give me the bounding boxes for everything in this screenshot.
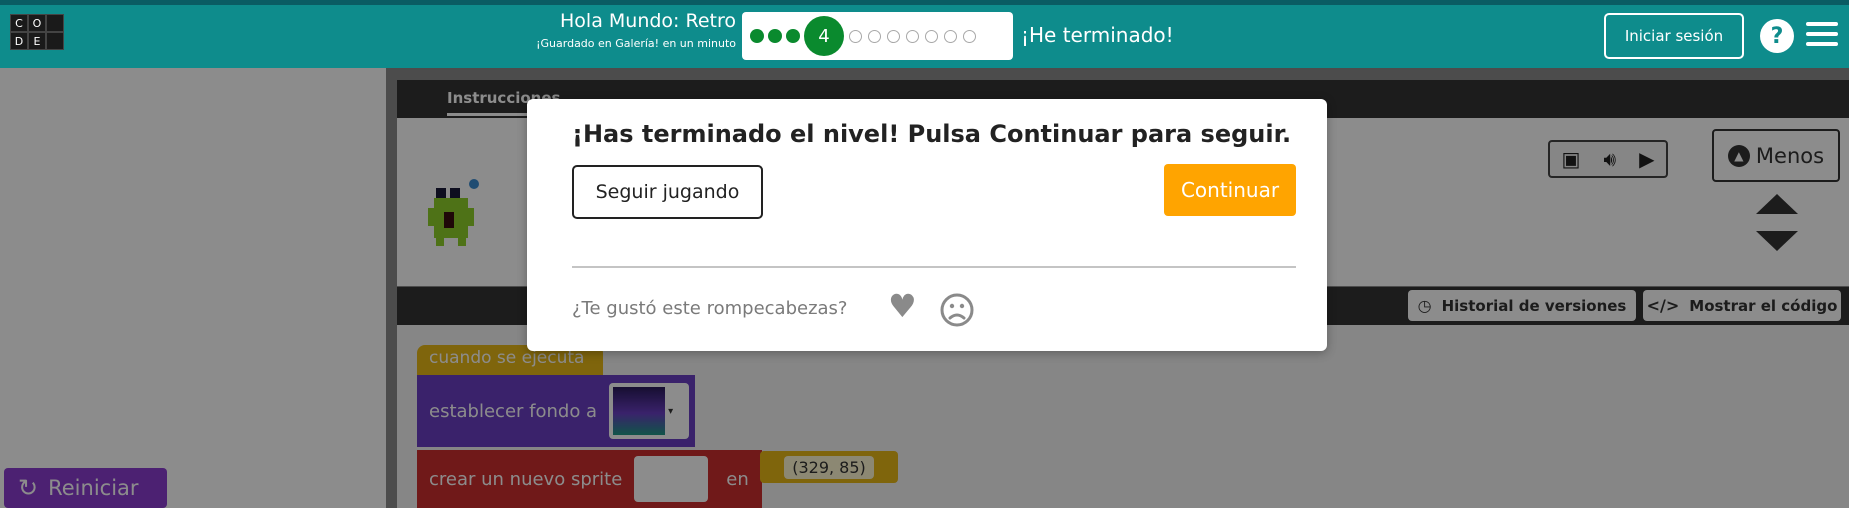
progress-dot-pending[interactable] xyxy=(906,29,919,43)
feedback-question: ¿Te gustó este rompecabezas? xyxy=(572,298,848,319)
logo-letter: E xyxy=(28,32,46,50)
continue-button[interactable]: Continuar xyxy=(1164,164,1296,216)
progress-dot-completed[interactable] xyxy=(768,29,782,43)
level-progress: 4 xyxy=(742,12,1013,60)
progress-dot-pending[interactable] xyxy=(887,29,900,43)
hamburger-icon[interactable] xyxy=(1806,22,1838,50)
help-icon[interactable]: ? xyxy=(1760,19,1794,53)
dialog-title: ¡Has terminado el nivel! Pulsa Continuar… xyxy=(572,120,1292,148)
code-org-logo[interactable]: C O D E xyxy=(10,14,64,68)
level-complete-dialog: ¡Has terminado el nivel! Pulsa Continuar… xyxy=(527,99,1327,351)
logo-letter: O xyxy=(28,14,46,32)
logo-letter: C xyxy=(10,14,28,32)
frown-icon[interactable] xyxy=(940,293,974,327)
logo-letter xyxy=(46,32,64,50)
progress-dot-current[interactable]: 4 xyxy=(804,16,844,56)
divider xyxy=(572,266,1296,268)
finished-link[interactable]: ¡He terminado! xyxy=(1021,23,1174,47)
progress-dot-pending[interactable] xyxy=(963,29,976,43)
progress-dot-pending[interactable] xyxy=(868,29,881,43)
saved-status: ¡Guardado en Galería! en un minuto xyxy=(536,37,736,50)
heart-icon[interactable]: ♥ xyxy=(888,290,917,322)
logo-letter: D xyxy=(10,32,28,50)
level-title: Hola Mundo: Retro xyxy=(560,10,736,32)
signin-button[interactable]: Iniciar sesión xyxy=(1604,13,1744,59)
progress-dot-pending[interactable] xyxy=(925,29,938,43)
progress-dot-completed[interactable] xyxy=(786,29,800,43)
keep-playing-button[interactable]: Seguir jugando xyxy=(572,165,763,219)
logo-letter xyxy=(46,14,64,32)
progress-dot-pending[interactable] xyxy=(944,29,957,43)
progress-dot-pending[interactable] xyxy=(849,29,862,43)
progress-dot-completed[interactable] xyxy=(750,29,764,43)
